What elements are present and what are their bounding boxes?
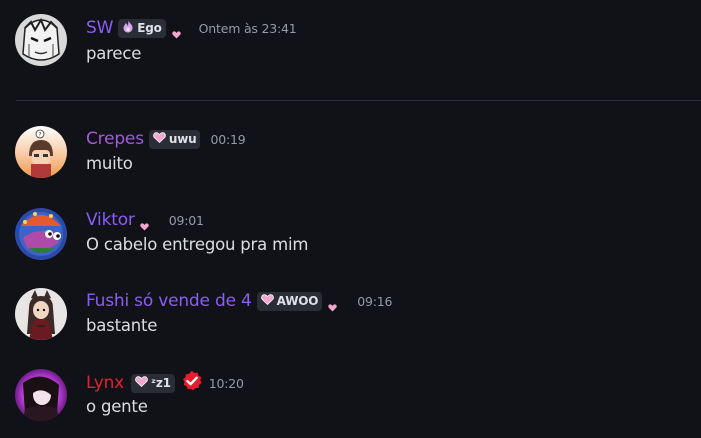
message-item: Lynx ᶻz1 10:20 o gente — [0, 369, 701, 429]
message-item: Fushi só vende de 4 AWOO 09:16 bastante — [0, 288, 701, 348]
timestamp[interactable]: 09:01 — [169, 213, 204, 228]
svg-text:?: ? — [38, 132, 41, 139]
username[interactable]: Lynx — [86, 372, 124, 394]
message-text: O cabelo entregou pra mim — [86, 235, 309, 254]
timestamp[interactable]: Ontem às 23:41 — [199, 21, 297, 36]
server-tag[interactable]: AWOO — [256, 291, 323, 311]
chat-messages: SW Ego Ontem às 23:41 parece ? Crepes uw… — [0, 0, 701, 438]
timestamp[interactable]: 10:20 — [209, 376, 244, 391]
avatar[interactable] — [15, 288, 67, 340]
message-item: Viktor 09:01 O cabelo entregou pra mim — [0, 207, 701, 267]
server-tag-label: AWOO — [276, 294, 319, 308]
server-tag-label: uwu — [168, 132, 197, 146]
server-tag-label: Ego — [137, 21, 162, 35]
message-header: Fushi só vende de 4 AWOO 09:16 — [86, 289, 392, 313]
heart-icon — [153, 132, 166, 146]
timestamp[interactable]: 09:16 — [357, 294, 392, 309]
divider — [16, 100, 701, 101]
message-text: bastante — [86, 316, 158, 335]
heart-icon — [328, 297, 337, 316]
message-item: ? Crepes uwu 00:19 muito — [0, 126, 701, 186]
avatar[interactable]: ? — [15, 126, 67, 178]
server-tag-label: ᶻz1 — [151, 376, 171, 390]
heart-icon — [135, 376, 148, 390]
username[interactable]: Fushi só vende de 4 — [86, 290, 252, 312]
message-header: Viktor 09:01 — [86, 208, 204, 232]
message-text: o gente — [86, 397, 148, 416]
flame-icon — [122, 20, 134, 36]
server-tag[interactable]: uwu — [148, 129, 201, 149]
server-tag[interactable]: ᶻz1 — [131, 373, 175, 393]
message-header: Crepes uwu 00:19 — [86, 127, 246, 151]
message-text: muito — [86, 154, 133, 173]
heart-icon — [171, 24, 181, 43]
server-tag[interactable]: Ego — [118, 18, 166, 38]
message-header: SW Ego Ontem às 23:41 — [86, 16, 297, 40]
message-text: parece — [86, 44, 142, 63]
heart-icon — [260, 294, 274, 308]
username[interactable]: Crepes — [86, 128, 144, 150]
avatar[interactable] — [15, 208, 67, 260]
heart-icon — [139, 216, 149, 235]
username[interactable]: SW — [86, 17, 113, 39]
message-header: Lynx ᶻz1 10:20 — [86, 371, 244, 395]
username[interactable]: Viktor — [86, 209, 135, 231]
message-item: SW Ego Ontem às 23:41 parece — [0, 14, 701, 74]
verified-icon — [181, 370, 203, 396]
avatar[interactable] — [15, 369, 67, 421]
avatar[interactable] — [15, 14, 67, 66]
timestamp[interactable]: 00:19 — [210, 132, 245, 147]
